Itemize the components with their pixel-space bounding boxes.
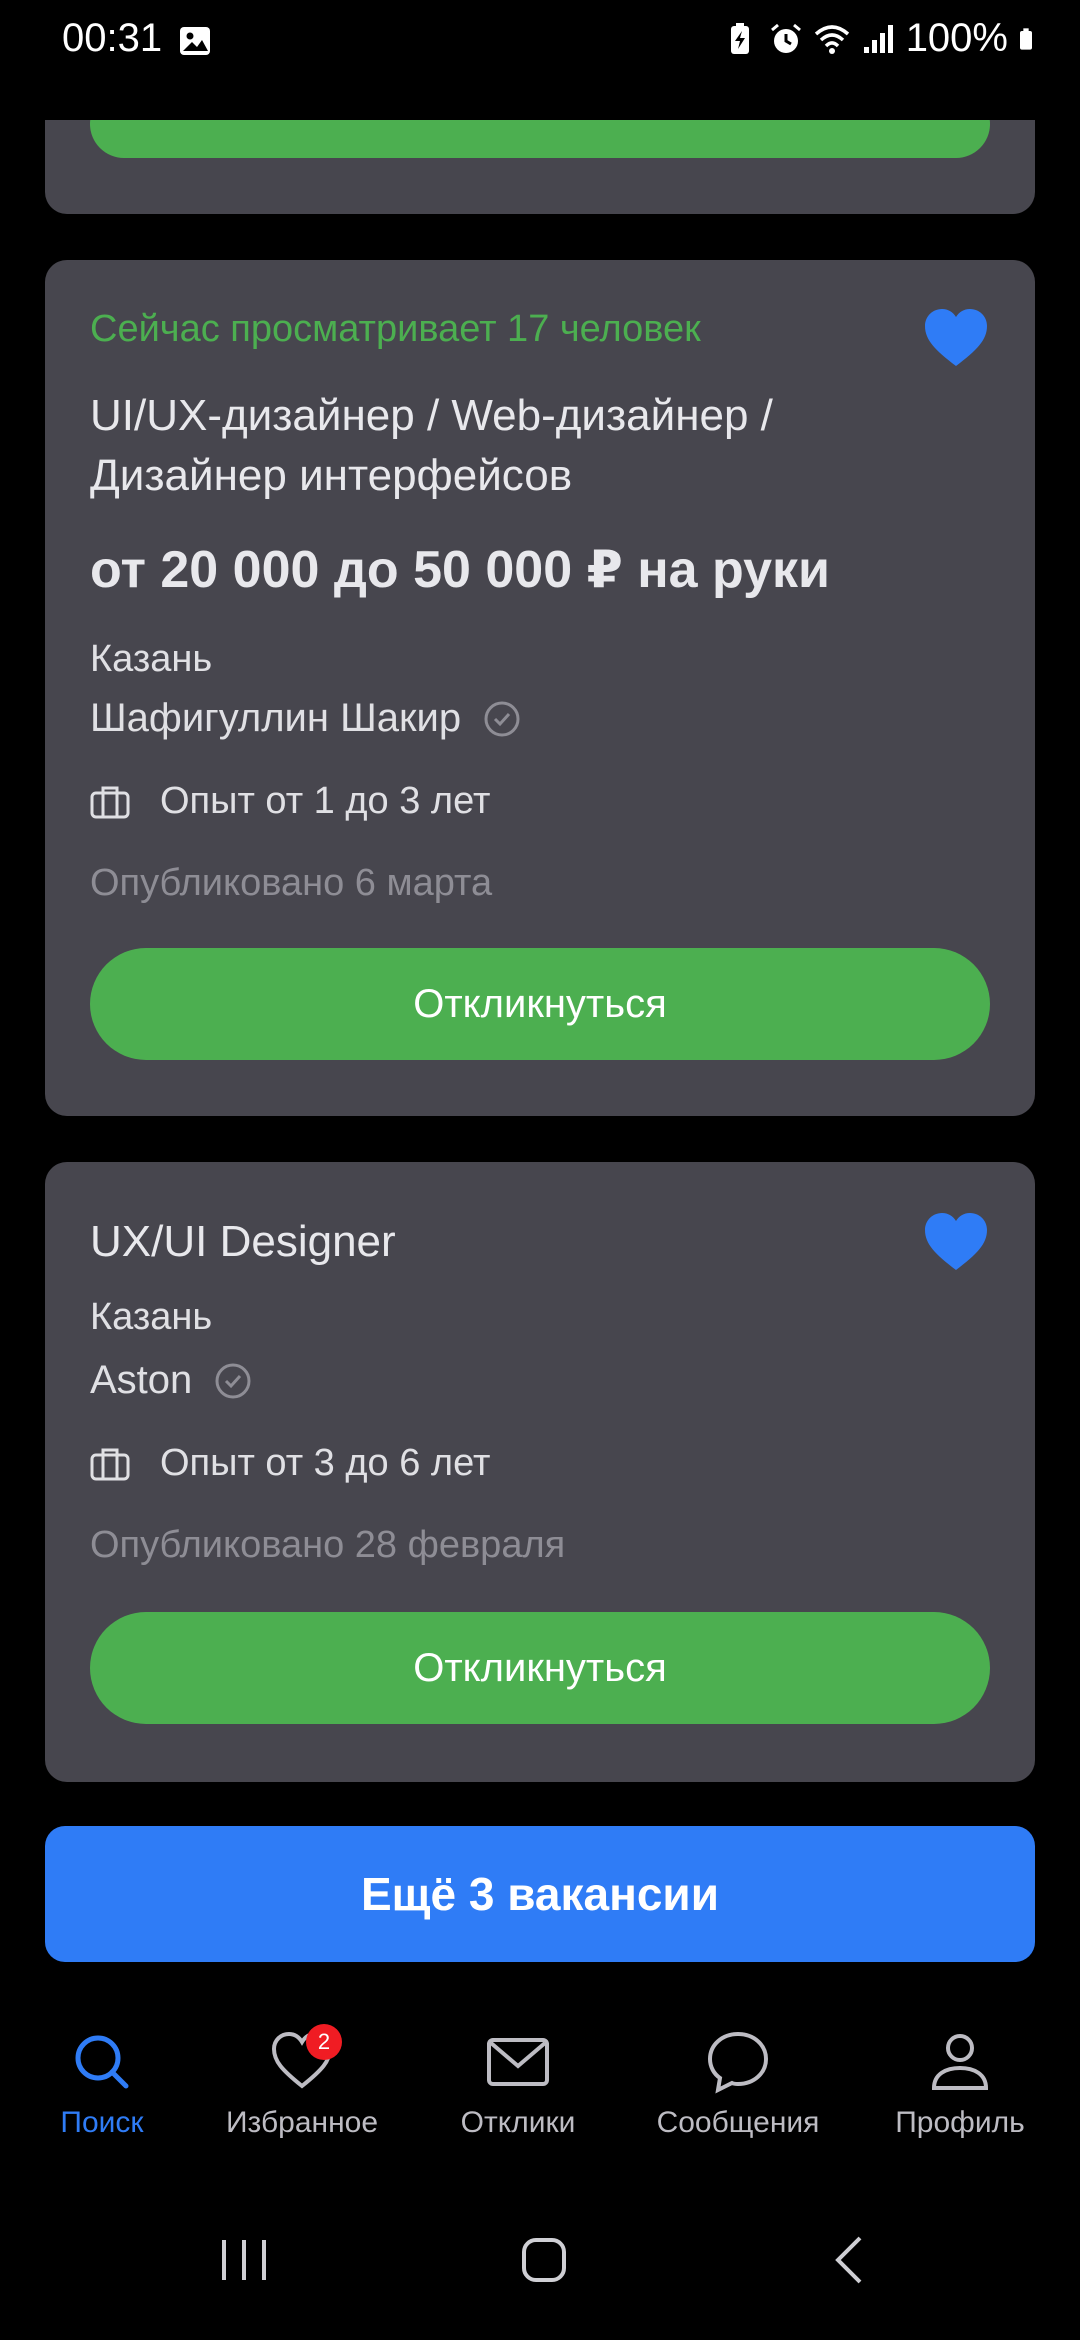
nav-label: Поиск bbox=[60, 2106, 144, 2139]
wifi-icon bbox=[814, 24, 849, 54]
system-navigation-bar bbox=[0, 2230, 1080, 2310]
more-vacancies-button[interactable]: Ещё 3 вакансии bbox=[45, 1826, 1035, 1962]
home-icon[interactable] bbox=[514, 2230, 574, 2290]
apply-button[interactable]: Откликнуться bbox=[90, 948, 990, 1060]
nav-label: Избранное bbox=[225, 2106, 379, 2139]
apply-button-partial[interactable] bbox=[90, 120, 990, 158]
company-name: Aston bbox=[90, 1358, 193, 1402]
vacancy-title[interactable]: UI/UX-дизайнер / Web-дизайнер / Дизайнер… bbox=[90, 386, 910, 506]
nav-label: Сообщения bbox=[656, 2106, 820, 2139]
envelope-icon bbox=[487, 2038, 549, 2086]
vacancy-published-date: Опубликовано 28 февраля bbox=[90, 1524, 566, 1566]
nav-tab-messages[interactable]: Сообщения bbox=[638, 2030, 838, 2140]
nav-label: Профиль bbox=[895, 2106, 1025, 2139]
nav-label: Отклики bbox=[460, 2106, 576, 2139]
vacancy-company[interactable]: Шафигуллин Шакир bbox=[90, 696, 521, 741]
chat-bubble-icon bbox=[707, 2031, 769, 2094]
briefcase-icon bbox=[90, 786, 130, 818]
verified-check-icon bbox=[484, 701, 520, 736]
apply-button[interactable]: Откликнуться bbox=[90, 1612, 990, 1724]
signal-icon bbox=[863, 24, 893, 53]
briefcase-icon bbox=[90, 1448, 130, 1480]
nav-tab-responses[interactable]: Отклики bbox=[418, 2030, 618, 2140]
verified-check-icon bbox=[215, 1363, 251, 1398]
battery-icon bbox=[1020, 27, 1032, 50]
favorites-count-badge: 2 bbox=[306, 2024, 342, 2060]
vacancy-experience: Опыт от 1 до 3 лет bbox=[90, 780, 490, 823]
back-icon[interactable] bbox=[820, 2230, 880, 2290]
vacancy-company[interactable]: Aston bbox=[90, 1358, 252, 1403]
nav-tab-favorites[interactable]: 2 Избранное bbox=[202, 2024, 402, 2140]
bottom-navigation: Поиск 2 Избранное Отклики Сообщения Проф… bbox=[0, 2010, 1080, 2170]
previous-vacancy-card bbox=[45, 120, 1035, 214]
vacancy-experience: Опыт от 3 до 6 лет bbox=[90, 1442, 490, 1485]
experience-text: Опыт от 3 до 6 лет bbox=[160, 1442, 491, 1484]
recent-apps-icon[interactable] bbox=[214, 2230, 274, 2290]
vacancy-card[interactable]: Сейчас просматривает 17 человек UI/UX-ди… bbox=[45, 260, 1035, 1116]
status-time: 00:31 bbox=[62, 16, 163, 60]
nav-tab-profile[interactable]: Профиль bbox=[860, 2030, 1060, 2140]
vacancy-card[interactable]: UX/UI Designer Казань Aston Опыт от 3 до… bbox=[45, 1162, 1035, 1782]
vacancy-salary: от 20 000 до 50 000 ₽ на руки bbox=[90, 541, 830, 599]
vacancy-title[interactable]: UX/UI Designer bbox=[90, 1212, 910, 1272]
company-name: Шафигуллин Шакир bbox=[90, 696, 462, 740]
alarm-icon bbox=[770, 23, 801, 53]
battery-saver-icon bbox=[730, 22, 749, 54]
viewers-count: Сейчас просматривает 17 человек bbox=[90, 308, 701, 350]
vacancy-city: Казань bbox=[90, 1296, 213, 1338]
photo-icon bbox=[180, 27, 210, 55]
status-bar: 00:31 100% bbox=[0, 0, 1080, 84]
battery-level: 100% bbox=[905, 16, 1008, 60]
person-icon bbox=[931, 2034, 989, 2090]
vacancy-published-date: Опубликовано 6 марта bbox=[90, 862, 493, 904]
favorite-heart-icon[interactable] bbox=[923, 308, 989, 368]
vacancy-city: Казань bbox=[90, 638, 213, 680]
search-icon bbox=[75, 2035, 129, 2089]
experience-text: Опыт от 1 до 3 лет bbox=[160, 780, 491, 822]
favorite-heart-icon[interactable] bbox=[923, 1212, 989, 1272]
nav-tab-search[interactable]: Поиск bbox=[2, 2030, 202, 2140]
